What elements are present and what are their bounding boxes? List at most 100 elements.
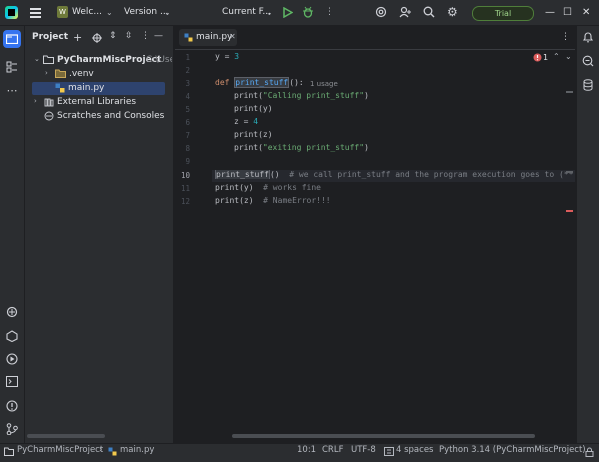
- line-number: 6: [185, 118, 190, 127]
- more-tools-icon[interactable]: ⋯: [5, 84, 19, 98]
- code-token: z =: [234, 117, 254, 126]
- lock-icon[interactable]: [585, 447, 594, 457]
- debug-icon[interactable]: [302, 6, 314, 18]
- code-line[interactable]: def print_stuff():: [215, 77, 304, 88]
- run-tool-window-icon[interactable]: [5, 353, 19, 367]
- locate-file-icon[interactable]: [92, 33, 102, 43]
- code-line[interactable]: z = 4: [234, 117, 258, 126]
- breadcrumb-project[interactable]: PyCharmMiscProject: [17, 445, 103, 455]
- chevron-down-icon[interactable]: ⌄: [34, 55, 40, 63]
- notifications-icon[interactable]: [582, 31, 594, 43]
- pycharm-logo-icon: [5, 6, 18, 19]
- previous-highlight-icon[interactable]: ⌃: [553, 52, 560, 61]
- chevron-down-icon[interactable]: ⌄: [164, 8, 171, 17]
- tree-item-venv[interactable]: .venv: [69, 69, 94, 79]
- left-tool-strip: ⋯: [0, 26, 25, 443]
- trial-badge[interactable]: Trial: [472, 6, 534, 21]
- line-separator[interactable]: CRLF: [322, 445, 343, 455]
- expand-all-icon[interactable]: ⇕: [109, 31, 117, 41]
- indent-setting[interactable]: 4 spaces: [396, 445, 433, 455]
- file-encoding[interactable]: UTF-8: [351, 445, 376, 455]
- chevron-down-icon[interactable]: ⌄: [266, 8, 273, 17]
- code-line[interactable]: print(y) # works fine: [215, 183, 321, 192]
- ai-assistant-icon[interactable]: [375, 6, 387, 18]
- run-config-selector[interactable]: Current F...: [222, 0, 271, 25]
- error-icon[interactable]: [533, 53, 542, 62]
- python-file-icon: [108, 447, 117, 456]
- code-line[interactable]: print(z): [234, 130, 273, 139]
- project-panel-scrollbar[interactable]: [27, 434, 105, 438]
- hide-panel-icon[interactable]: —: [154, 31, 163, 41]
- code-line[interactable]: print("exiting print_stuff"): [234, 143, 369, 152]
- code-token: print(z): [215, 196, 264, 205]
- code-token: print_stuff: [234, 77, 290, 88]
- line-number: 7: [185, 131, 190, 140]
- code-line[interactable]: y = 3: [215, 52, 239, 61]
- code-token: =: [219, 52, 235, 61]
- maximize-button[interactable]: ☐: [563, 0, 572, 25]
- python-file-icon: [55, 83, 65, 93]
- code-token: "Calling print_stuff": [262, 91, 365, 100]
- chevron-right-icon[interactable]: ›: [34, 97, 37, 105]
- code-line[interactable]: print("Calling print_stuff"): [234, 91, 369, 100]
- project-widget[interactable]: Welc...: [72, 0, 102, 25]
- structure-icon[interactable]: [5, 61, 19, 75]
- breadcrumb-separator-icon: ›: [99, 445, 103, 455]
- python-file-icon: [184, 33, 193, 42]
- caret-position[interactable]: 10:1: [297, 445, 316, 455]
- settings-gear-icon[interactable]: ⚙: [447, 0, 458, 25]
- tree-item-scratches[interactable]: Scratches and Consoles: [57, 111, 164, 121]
- project-panel-title: Project: [32, 32, 69, 42]
- run-icon[interactable]: [283, 7, 293, 18]
- editor-options-icon[interactable]: ⋮: [561, 32, 570, 42]
- line-number: 1: [185, 53, 190, 62]
- minimize-button[interactable]: —: [545, 0, 555, 25]
- problems-icon[interactable]: [5, 400, 19, 414]
- editor-horizontal-scrollbar[interactable]: [232, 434, 535, 438]
- indent-icon: [384, 447, 394, 456]
- close-tab-icon[interactable]: ✕: [229, 32, 236, 41]
- options-menu-icon[interactable]: ⋮: [141, 31, 150, 41]
- chevron-down-icon[interactable]: ⌄: [106, 8, 113, 17]
- code-token: (): [269, 170, 290, 179]
- code-token: 3: [234, 52, 240, 61]
- tab-label[interactable]: main.py: [196, 32, 232, 42]
- python-packages-icon[interactable]: [5, 306, 19, 320]
- terminal-icon[interactable]: [5, 376, 19, 390]
- next-highlight-icon[interactable]: ⌄: [565, 52, 572, 61]
- search-icon[interactable]: [423, 6, 435, 18]
- code-token: 4: [253, 117, 259, 126]
- scroll-marker[interactable]: [566, 171, 573, 173]
- project-tool-window-icon[interactable]: [3, 30, 21, 48]
- ai-chat-icon[interactable]: [582, 55, 594, 67]
- tree-item-external-libraries[interactable]: External Libraries: [57, 97, 136, 107]
- more-actions-icon[interactable]: ⋮: [325, 0, 334, 25]
- git-icon[interactable]: [5, 423, 19, 437]
- code-line[interactable]: print(z) # NameError!!!: [215, 196, 331, 205]
- tree-item-main-py[interactable]: main.py: [68, 83, 104, 93]
- database-icon[interactable]: [583, 79, 593, 91]
- code-line[interactable]: print(y): [234, 104, 273, 113]
- usage-hint[interactable]: 1 usage: [310, 80, 338, 88]
- python-interpreter[interactable]: Python 3.14 (PyCharmMiscProject): [439, 445, 586, 455]
- line-number: 12: [180, 197, 190, 206]
- close-button[interactable]: ✕: [582, 0, 590, 25]
- line-number: 4: [185, 92, 190, 101]
- services-icon[interactable]: [5, 330, 19, 344]
- add-file-icon[interactable]: +: [73, 31, 82, 44]
- add-user-icon[interactable]: [399, 6, 412, 18]
- line-number: 5: [185, 105, 190, 114]
- scratches-icon: [44, 111, 54, 121]
- collapse-all-icon[interactable]: ⇳: [125, 31, 133, 41]
- error-count[interactable]: 1: [543, 53, 548, 62]
- main-menu-icon[interactable]: [30, 8, 41, 18]
- vcs-widget[interactable]: Version ...: [124, 0, 169, 25]
- code-line[interactable]: print_stuff() # we call print_stuff and …: [215, 170, 574, 179]
- code-token: ): [364, 143, 369, 152]
- error-scroll-marker[interactable]: [566, 210, 573, 212]
- line-number: 11: [180, 184, 190, 193]
- breadcrumb-file[interactable]: main.py: [120, 445, 154, 455]
- chevron-right-icon[interactable]: ›: [45, 69, 48, 77]
- scroll-marker[interactable]: [566, 91, 573, 93]
- title-bar: W Welc... ⌄ Version ... ⌄ Current F... ⌄…: [0, 0, 599, 26]
